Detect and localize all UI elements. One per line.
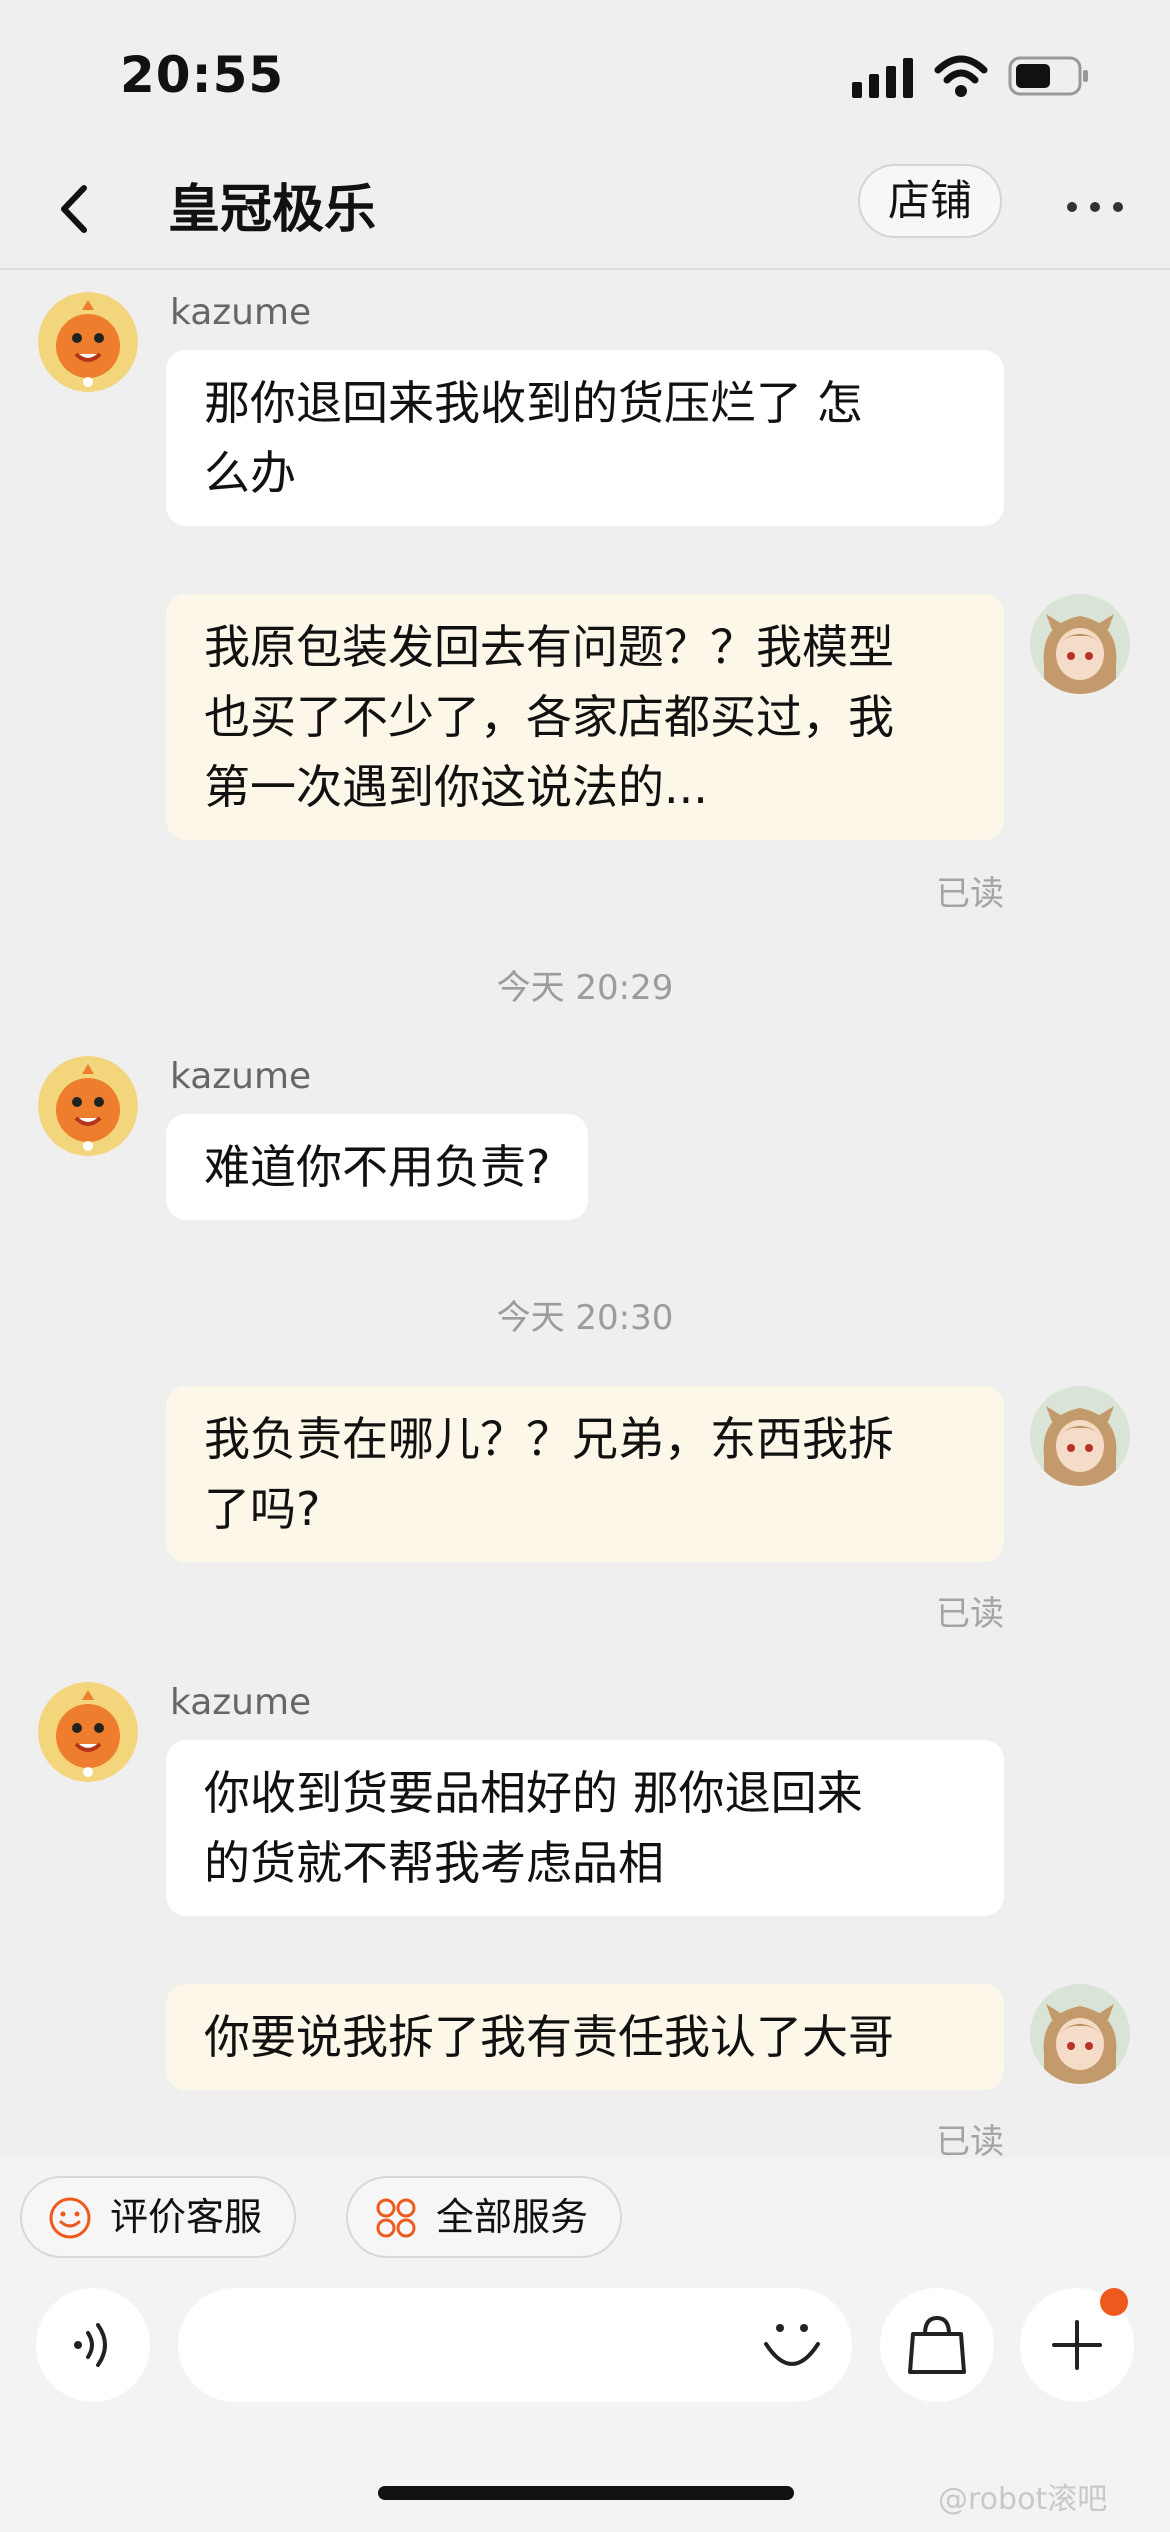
user-avatar[interactable] [1030, 594, 1130, 694]
message-text: 你要说我拆了我有责任我认了大哥 [204, 2010, 894, 2064]
read-receipt: 已读 [936, 1594, 1004, 1634]
message-text: 我负责在哪儿？？兄弟，东西我拆 [204, 1412, 894, 1466]
message-bubble-outgoing[interactable]: 我原包装发回去有问题？？我模型 也买了不少了，各家店都买过，我 第一次遇到你这说… [166, 594, 1004, 840]
wifi-icon [934, 55, 988, 97]
read-receipt: 已读 [936, 874, 1004, 914]
grid-icon [376, 2198, 416, 2238]
notification-dot [1100, 2288, 1128, 2316]
read-receipt: 已读 [936, 2122, 1004, 2158]
shop-avatar[interactable] [38, 1056, 138, 1156]
message-text: 的货就不帮我考虑品相 [204, 1836, 664, 1890]
signal-icon [852, 58, 913, 98]
message-text: 么办 [204, 446, 296, 500]
sender-name: kazume [170, 1056, 312, 1097]
message-text: 你收到货要品相好的 那你退回来 [204, 1766, 863, 1820]
message-text: 第一次遇到你这说法的... [204, 760, 708, 814]
message-text: 了吗? [204, 1482, 321, 1536]
more-icon[interactable] [1066, 196, 1124, 218]
message-bubble-outgoing[interactable]: 我负责在哪儿？？兄弟，东西我拆 了吗? [166, 1386, 1004, 1562]
timestamp: 今天 20:30 [496, 1298, 674, 1338]
message-bubble-incoming[interactable]: 那你退回来我收到的货压烂了 怎 么办 [166, 350, 1004, 526]
battery-icon [1008, 56, 1088, 96]
voice-icon [74, 2323, 107, 2367]
back-icon[interactable] [50, 174, 100, 244]
user-avatar[interactable] [1030, 1984, 1130, 2084]
shop-button[interactable]: 店铺 [858, 164, 1002, 238]
all-services-label: 全部服务 [436, 2195, 589, 2239]
smile-icon [49, 2197, 91, 2239]
message-text: 难道你不用负责? [204, 1140, 551, 1194]
shop-avatar[interactable] [38, 292, 138, 392]
shopping-bag-button[interactable] [880, 2288, 994, 2402]
message-text: 我原包装发回去有问题？？我模型 [204, 620, 894, 674]
message-bubble-outgoing[interactable]: 你要说我拆了我有责任我认了大哥 [166, 1984, 1004, 2090]
shopping-bag-icon [908, 2315, 966, 2374]
emoji-icon[interactable] [760, 2314, 824, 2378]
message-bubble-incoming[interactable]: 你收到货要品相好的 那你退回来 的货就不帮我考虑品相 [166, 1740, 1004, 1916]
sender-name: kazume [170, 1682, 312, 1723]
rate-service-label: 评价客服 [110, 2195, 263, 2239]
status-bar: 20:55 [0, 0, 1170, 150]
all-services-button[interactable]: 全部服务 [346, 2176, 622, 2258]
status-time: 20:55 [120, 46, 285, 104]
sender-name: kazume [170, 292, 312, 333]
message-text: 也买了不少了，各家店都买过，我 [204, 690, 894, 744]
message-text: 那你退回来我收到的货压烂了 怎 [204, 376, 863, 430]
message-bubble-incoming[interactable]: 难道你不用负责? [166, 1114, 589, 1220]
shop-avatar[interactable] [38, 1682, 138, 1782]
timestamp: 今天 20:29 [496, 968, 674, 1008]
nav-bar: 皇冠极乐 店铺 [0, 150, 1170, 270]
voice-button[interactable] [36, 2288, 150, 2402]
user-avatar[interactable] [1030, 1386, 1130, 1486]
page-title: 皇冠极乐 [168, 180, 377, 240]
message-input[interactable] [178, 2288, 852, 2402]
watermark: @robot滚吧 [938, 2482, 1108, 2517]
chat-area[interactable]: kazume 那你退回来我收到的货压烂了 怎 么办 我原包装发回去有问题？？我模… [0, 272, 1170, 2158]
home-indicator [378, 2486, 794, 2500]
rate-service-button[interactable]: 评价客服 [20, 2176, 296, 2258]
